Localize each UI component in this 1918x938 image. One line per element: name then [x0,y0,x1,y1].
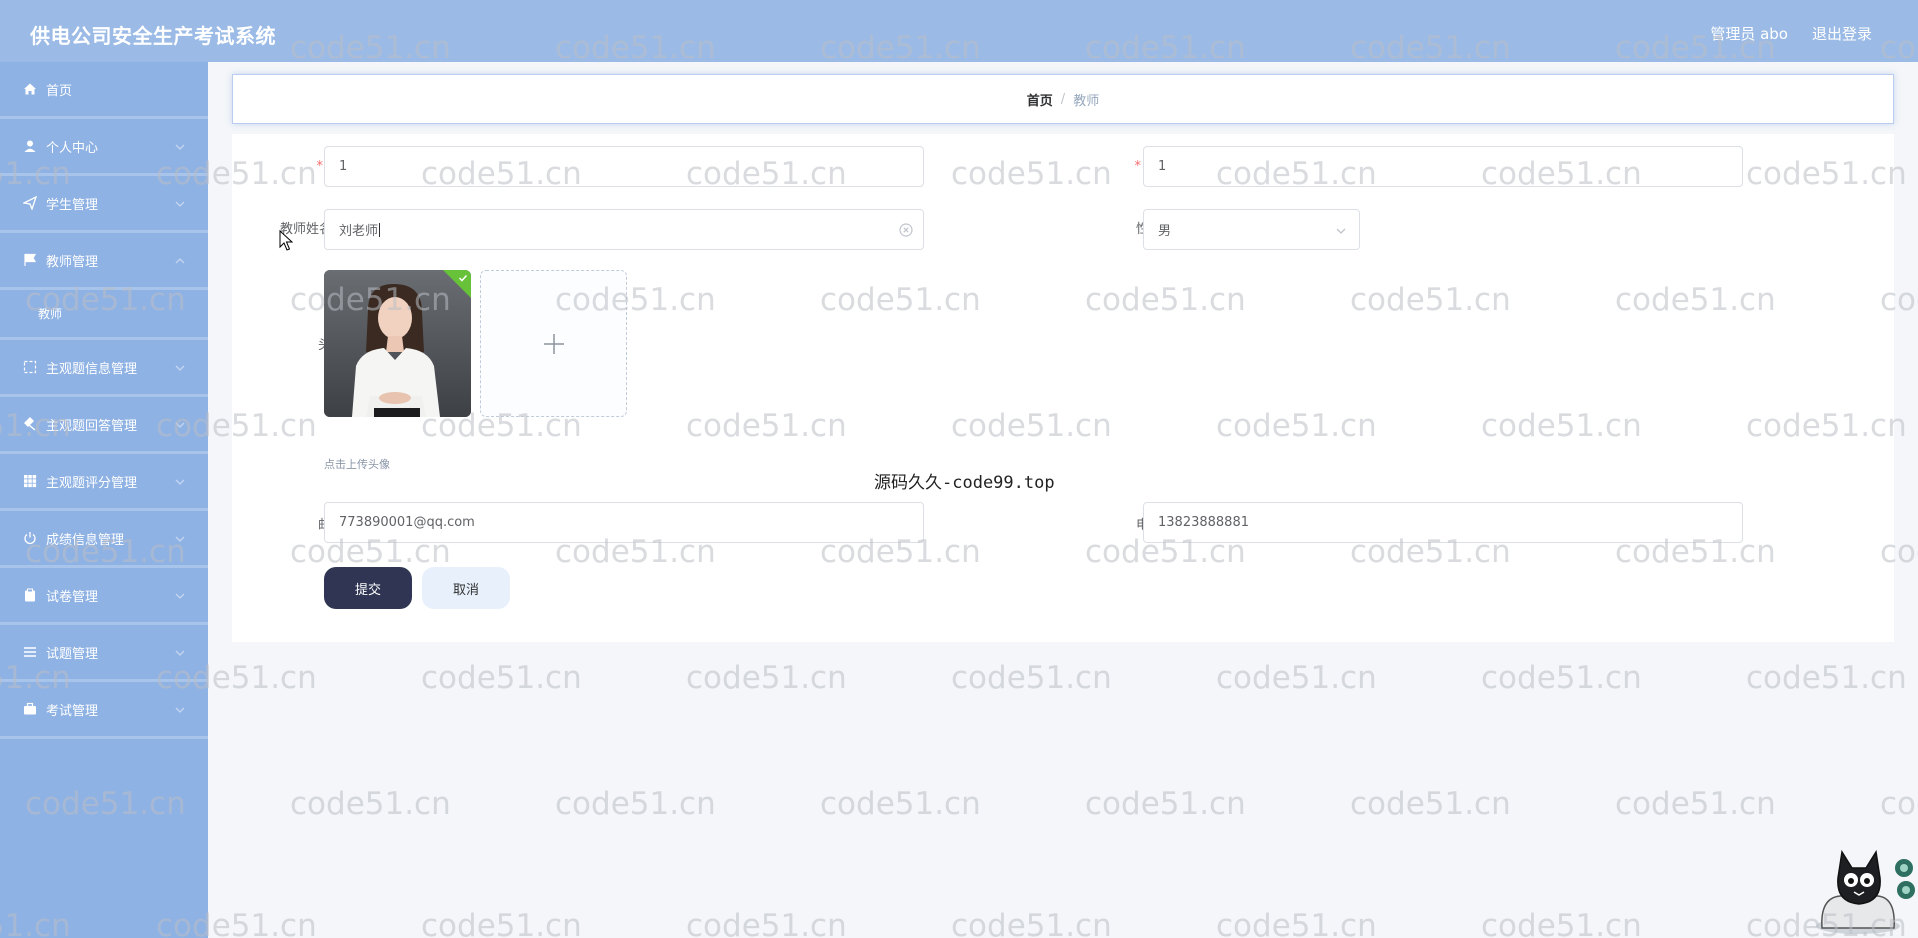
chevron-down-icon [174,533,186,545]
source-overlay-text: 源码久久-code99.top [874,473,1055,493]
sidebar-item-subjective-info[interactable]: 主观题信息管理 [0,340,208,397]
chevron-down-icon [174,419,186,431]
watermark-text: code51.cn [1216,660,1377,696]
sidebar-item-label: 学生管理 [46,197,99,213]
chevron-down-icon [174,362,186,374]
avatar-upload-hint: 点击上传头像 [324,458,390,471]
sidebar-item-label: 成绩信息管理 [46,532,125,548]
sidebar-item-teachers[interactable]: 教师管理 [0,233,208,290]
watermark-text: code51.cn [421,660,582,696]
current-user-label[interactable]: 管理员 abo [1710,23,1788,44]
sidebar-item-label: 试题管理 [46,646,99,662]
home-icon [22,81,38,97]
grid-icon [22,473,38,489]
user-area: 管理员 abo 退出登录 [1710,23,1872,44]
mascot-cat-icon [1816,849,1915,934]
sidebar-subitem-teacher[interactable]: 教师 [0,290,208,340]
cancel-button[interactable]: 取消 [422,567,510,609]
password-field[interactable]: 1 [1143,146,1743,187]
chevron-down-icon [174,198,186,210]
list-icon [22,644,38,660]
chevron-down-icon [1335,225,1347,237]
sidebar-item-exams[interactable]: 考试管理 [0,682,208,739]
plus-icon [543,333,564,354]
watermark-text: code51.cn [1481,660,1642,696]
sidebar-item-label: 个人中心 [46,140,99,156]
breadcrumb-current: 教师 [1073,93,1100,109]
gender-select[interactable]: 男 [1143,209,1360,250]
watermark-text: code51.cn [1350,786,1511,822]
watermark-text: code51.cn [1216,908,1377,938]
hammer-icon [22,416,38,432]
user-icon [22,138,38,154]
phone-field[interactable]: 13823888881 [1143,502,1743,543]
sidebar: 首页 个人中心 学生管理 教师管理 教师 主观题信息管理 主观题回答管理 主观题… [0,62,208,938]
breadcrumb-home[interactable]: 首页 [1027,90,1053,109]
clear-icon[interactable] [899,223,913,237]
teacher-form: *工号 1 *密码 1 教师姓名 刘老师 性别 男 头像 点 [232,134,1894,642]
sidebar-item-score-info[interactable]: 成绩信息管理 [0,511,208,568]
upload-success-icon [458,274,468,282]
sidebar-item-subjective-scoring[interactable]: 主观题评分管理 [0,454,208,511]
logout-button[interactable]: 退出登录 [1812,23,1872,44]
watermark-text: code51.cn [686,660,847,696]
sidebar-item-personal-center[interactable]: 个人中心 [0,119,208,176]
avatar-preview[interactable] [324,270,471,417]
power-icon [22,530,38,546]
breadcrumb: 首页 / 教师 [232,74,1894,124]
chevron-down-icon [174,476,186,488]
watermark-text: code51.cn [290,786,451,822]
flag-icon [22,252,38,268]
sidebar-item-label: 主观题评分管理 [46,475,138,491]
sidebar-item-questions[interactable]: 试题管理 [0,625,208,682]
teacher-name-field[interactable]: 刘老师 [324,209,924,250]
watermark-text: code51.cn [1880,786,1918,822]
watermark-text: code51.cn [1085,786,1246,822]
watermark-text: code51.cn [951,660,1112,696]
watermark-text: code51.cn [555,786,716,822]
clipboard-icon [22,587,38,603]
frame-icon [22,359,38,375]
watermark-text: code51.cn [1746,660,1907,696]
sidebar-item-label: 教师管理 [46,254,99,270]
mouse-cursor-icon [279,230,293,251]
chevron-down-icon [174,647,186,659]
email-field[interactable]: 773890001@qq.com [324,502,924,543]
sidebar-item-label: 首页 [46,83,73,99]
sidebar-item-label: 主观题回答管理 [46,418,138,434]
job-no-field[interactable]: 1 [324,146,924,187]
sidebar-item-label: 主观题信息管理 [46,361,138,377]
watermark-text: code51.cn [686,908,847,938]
watermark-text: code51.cn [1615,786,1776,822]
sidebar-item-papers[interactable]: 试卷管理 [0,568,208,625]
sidebar-item-students[interactable]: 学生管理 [0,176,208,233]
watermark-text: code51.cn [951,908,1112,938]
app-title: 供电公司安全生产考试系统 [30,24,276,48]
watermark-text: code51.cn [421,908,582,938]
submit-button[interactable]: 提交 [324,567,412,609]
briefcase-icon [22,701,38,717]
avatar-upload-button[interactable] [480,270,627,417]
breadcrumb-separator: / [1060,91,1066,107]
sidebar-item-home[interactable]: 首页 [0,62,208,119]
watermark-text: code51.cn [820,786,981,822]
chevron-down-icon [174,141,186,153]
watermark-text: code51.cn [1481,908,1642,938]
top-header: 供电公司安全生产考试系统 管理员 abo 退出登录 [0,0,1918,62]
chevron-up-icon [174,255,186,267]
sidebar-item-label: 教师 [38,307,63,321]
sidebar-item-label: 考试管理 [46,703,99,719]
chevron-down-icon [174,704,186,716]
sidebar-item-subjective-answers[interactable]: 主观题回答管理 [0,397,208,454]
chevron-down-icon [174,590,186,602]
send-icon [22,195,38,211]
sidebar-item-label: 试卷管理 [46,589,99,605]
